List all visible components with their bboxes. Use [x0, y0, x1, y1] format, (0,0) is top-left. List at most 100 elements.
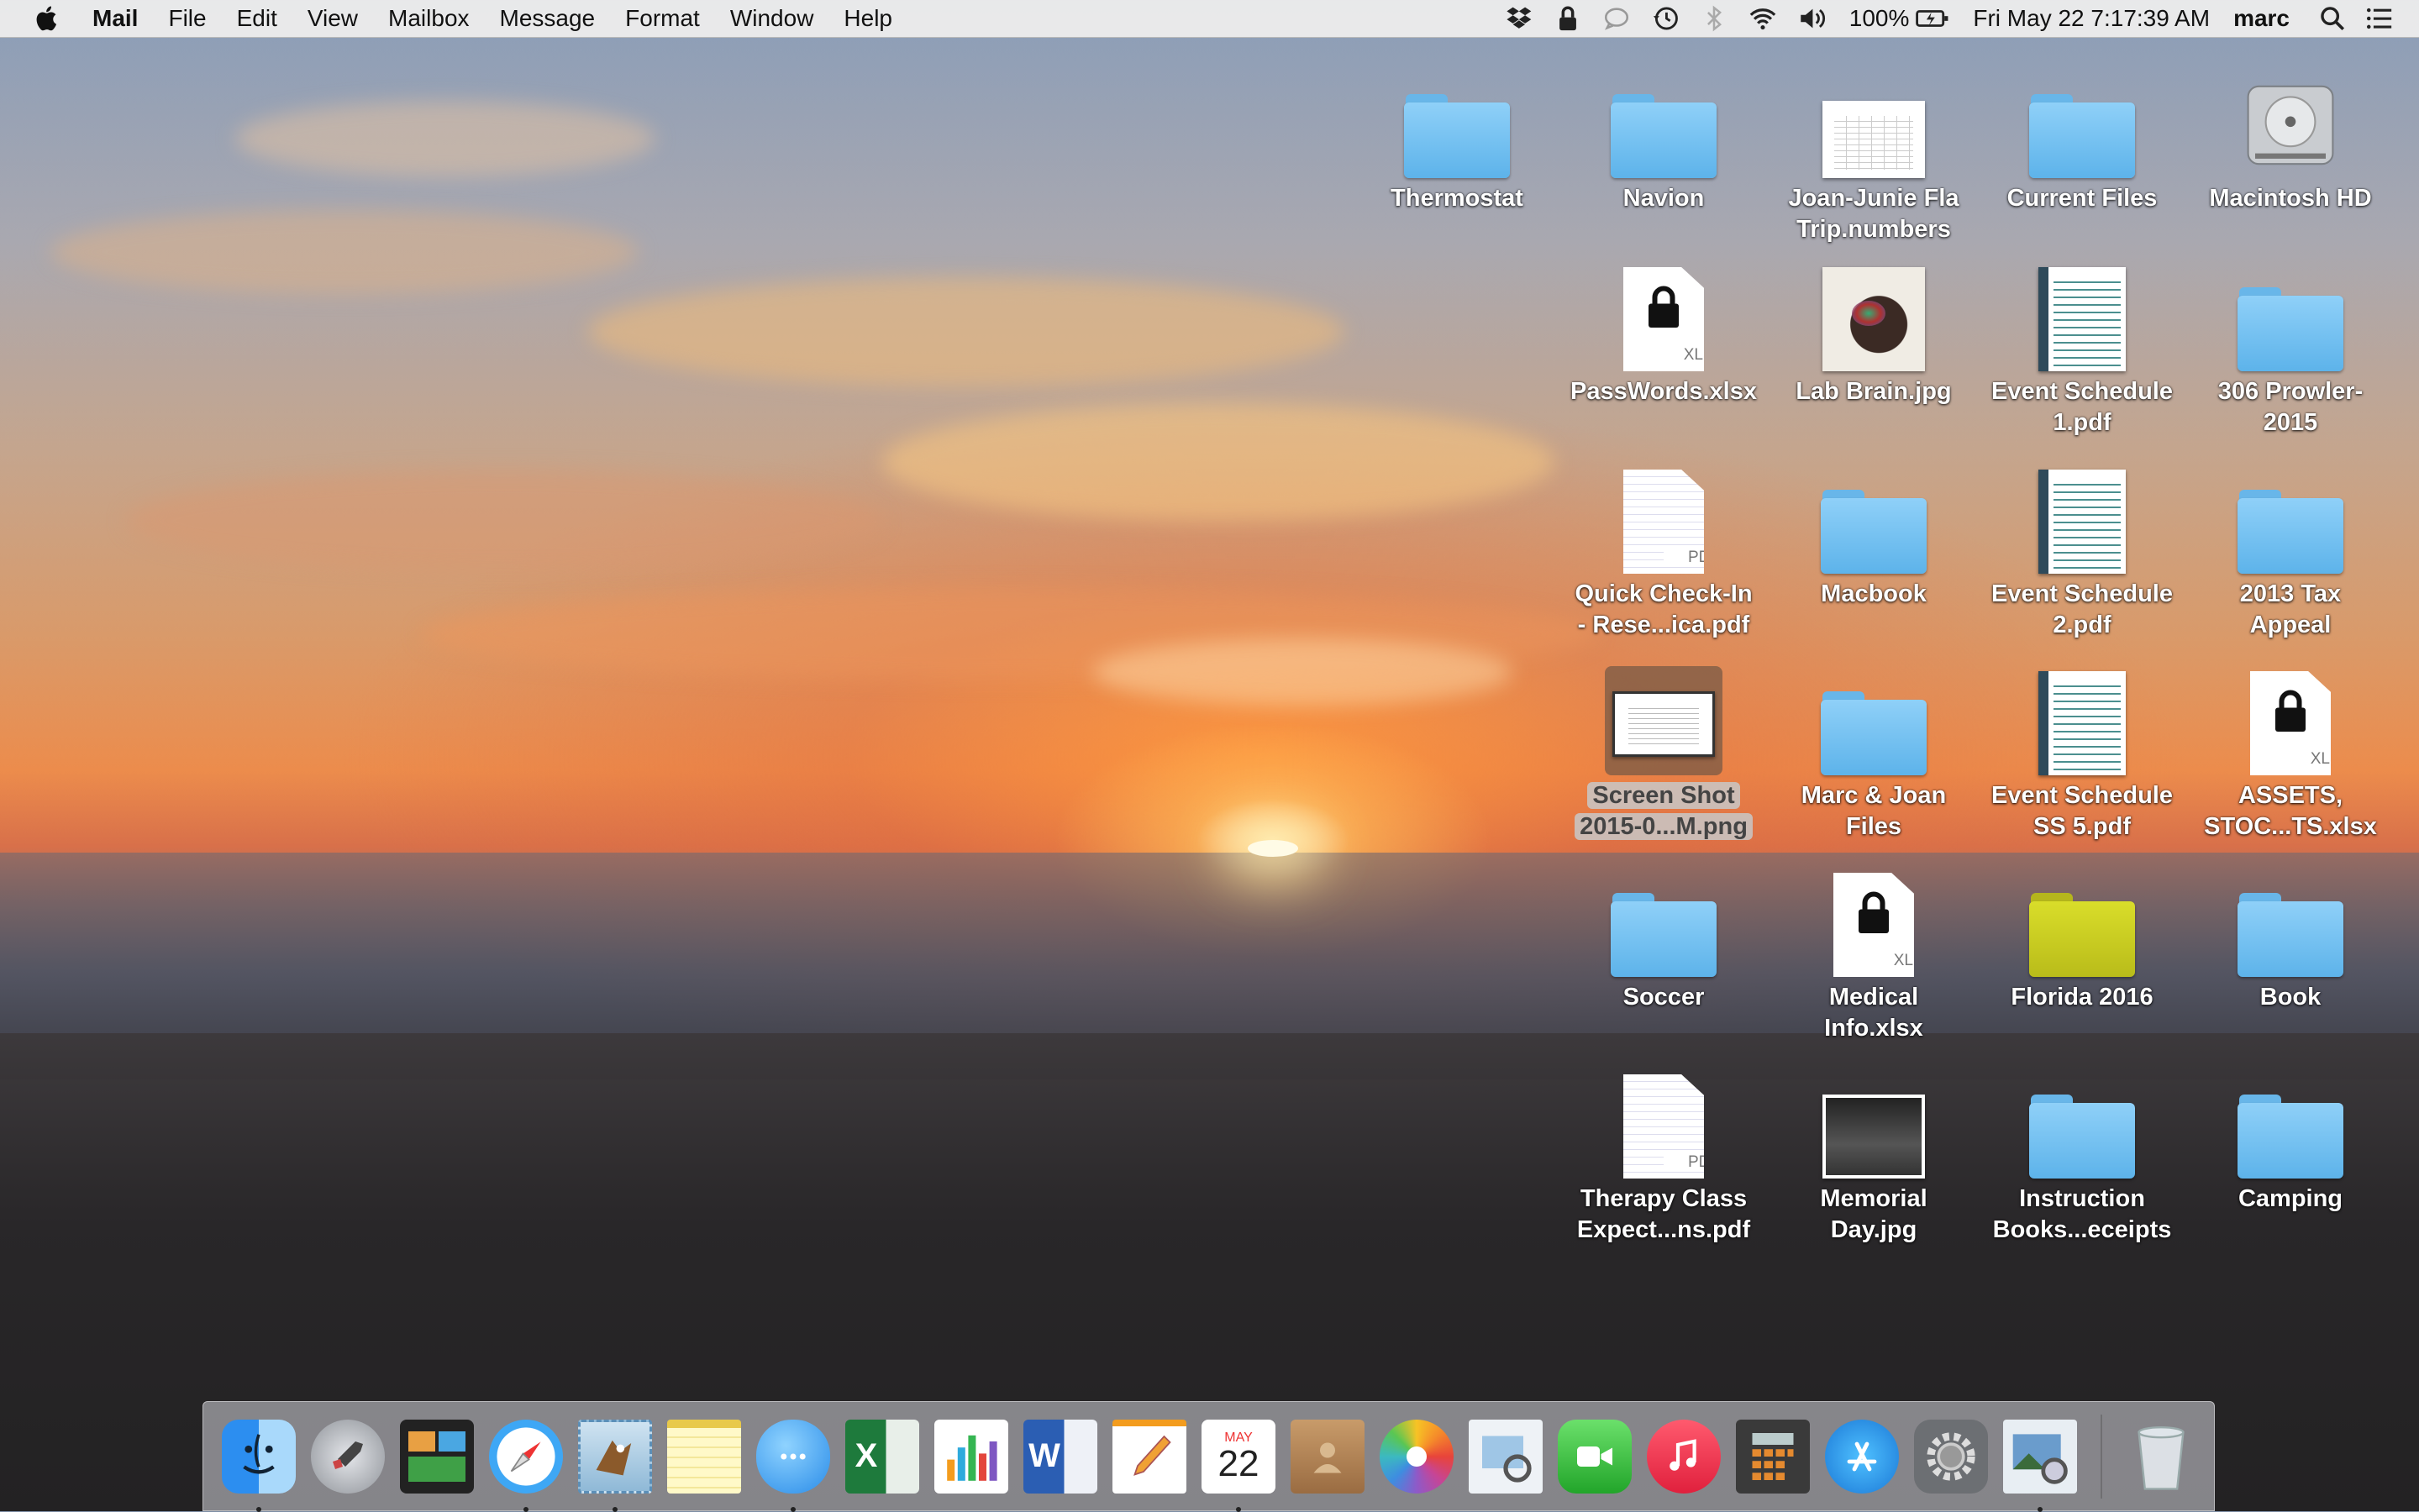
- menu-edit[interactable]: Edit: [237, 0, 277, 37]
- desktop-icon-memorial-day-jpg[interactable]: Memorial Day.jpg: [1773, 1069, 1975, 1263]
- notes-icon[interactable]: [664, 1416, 744, 1497]
- desktop-icon-label: Lab Brain.jpg: [1796, 378, 1952, 405]
- photos-icon[interactable]: [1376, 1416, 1457, 1497]
- menu-app-mail[interactable]: Mail: [92, 0, 138, 37]
- spotlight-search-icon[interactable]: [2318, 4, 2347, 33]
- dropbox-icon[interactable]: [1505, 4, 1533, 33]
- locked-spreadsheet-icon: XLSX: [1815, 868, 1933, 977]
- bluetooth-icon[interactable]: [1700, 4, 1728, 33]
- facetime-icon[interactable]: [1554, 1416, 1635, 1497]
- contacts-icon[interactable]: [1287, 1416, 1368, 1497]
- trash-icon[interactable]: [2121, 1416, 2201, 1497]
- pages-icon[interactable]: [1109, 1416, 1190, 1497]
- desktop-icon-label: 2013 Tax Appeal: [2239, 580, 2342, 638]
- menu-mailbox[interactable]: Mailbox: [388, 0, 469, 37]
- desktop-icon-label: Medical Info.xlsx: [1824, 984, 1923, 1042]
- folder-icon: [1398, 69, 1516, 178]
- desktop-icon-marc-joan-files[interactable]: Marc & Joan Files: [1773, 666, 1975, 859]
- menubar-clock[interactable]: Fri May 22 7:17:39 AM: [1973, 5, 2210, 32]
- desktop-icon-therapy-class-expect-ns-pdf[interactable]: PDF Therapy Class Expect...ns.pdf: [1563, 1069, 1764, 1263]
- sun: [1248, 840, 1298, 857]
- desktop-icon-label: Instruction Books...eceipts: [1992, 1185, 2172, 1243]
- menu-view[interactable]: View: [308, 0, 358, 37]
- menu-file[interactable]: File: [168, 0, 206, 37]
- menu-message[interactable]: Message: [500, 0, 596, 37]
- calendar-day: 22: [1217, 1442, 1259, 1484]
- apple-menu-icon[interactable]: [34, 4, 62, 33]
- file-type-badge: PDF: [1664, 1153, 1704, 1172]
- volume-icon[interactable]: [1797, 4, 1826, 33]
- finder-icon[interactable]: [218, 1416, 299, 1512]
- folder-icon: [2023, 868, 2141, 977]
- battery-percent[interactable]: 100%: [1849, 5, 1910, 32]
- desktop-icon-event-schedule-1-pdf[interactable]: Event Schedule 1.pdf: [1981, 262, 2183, 455]
- pdf-thumbnail-icon: [2023, 666, 2141, 775]
- desktop-icon-event-schedule-2-pdf[interactable]: Event Schedule 2.pdf: [1981, 465, 2183, 658]
- desktop-icon-label: Quick Check-In - Rese...ica.pdf: [1575, 580, 1753, 638]
- desktop-icon-screen-shot-2015-0-m-png[interactable]: Screen Shot 2015-0...M.png: [1563, 666, 1764, 859]
- desktop-icon-medical-info-xlsx[interactable]: XLSX Medical Info.xlsx: [1773, 868, 1975, 1061]
- desktop-icon-instruction-books-eceipts[interactable]: Instruction Books...eceipts: [1981, 1069, 2183, 1263]
- wifi-icon[interactable]: [1749, 4, 1777, 33]
- desktop-icon-label: Event Schedule SS 5.pdf: [1991, 782, 2173, 840]
- desktop-icon-thermostat[interactable]: Thermostat: [1356, 69, 1558, 262]
- image-thumbnail-icon: [1815, 1069, 1933, 1179]
- calendar-icon[interactable]: MAY 22: [1198, 1416, 1279, 1512]
- desktop-icon-label: Event Schedule 1.pdf: [1991, 378, 2173, 436]
- numbers-spreadsheet-icon: [1815, 69, 1933, 178]
- folder-icon: [2232, 868, 2349, 977]
- desktop-icon-label: Florida 2016: [2011, 984, 2153, 1011]
- launchpad-icon[interactable]: [308, 1416, 388, 1497]
- locked-spreadsheet-icon: XLSX: [1605, 262, 1722, 371]
- file-type-badge: XLSX: [1683, 346, 1725, 364]
- messages-status-icon[interactable]: [1602, 4, 1631, 33]
- image-capture-icon[interactable]: [2000, 1416, 2080, 1512]
- pdf-document-icon: PDF: [1605, 465, 1722, 574]
- excel-icon[interactable]: X: [842, 1416, 923, 1497]
- desktop-icon-soccer[interactable]: Soccer: [1563, 868, 1764, 1061]
- system-preferences-icon[interactable]: [1911, 1416, 1991, 1497]
- desktop-icon-florida-2016[interactable]: Florida 2016: [1981, 868, 2183, 1061]
- file-type-badge: PDF: [1664, 549, 1704, 567]
- safari-icon[interactable]: [486, 1416, 566, 1512]
- battery-icon[interactable]: [1916, 4, 1949, 33]
- desktop-icon-quick-check-in-rese-ica-pdf[interactable]: PDF Quick Check-In - Rese...ica.pdf: [1563, 465, 1764, 658]
- desktop-icon-passwords-xlsx[interactable]: XLSX PassWords.xlsx: [1563, 262, 1764, 455]
- word-icon[interactable]: W: [1020, 1416, 1101, 1497]
- mission-control-icon[interactable]: [397, 1416, 477, 1497]
- file-type-badge: XLSX: [2310, 750, 2352, 768]
- user-menu[interactable]: marc: [2233, 5, 2290, 32]
- desktop-icon-lab-brain-jpg[interactable]: Lab Brain.jpg: [1773, 262, 1975, 455]
- screenshot-thumbnail-icon: [1605, 666, 1722, 775]
- desktop-icon-assets-stoc-ts-xlsx[interactable]: XLSX ASSETS, STOC...TS.xlsx: [2190, 666, 2391, 859]
- menu-format[interactable]: Format: [625, 0, 700, 37]
- desktop-icon-2013-tax-appeal[interactable]: 2013 Tax Appeal: [2190, 465, 2391, 658]
- notification-center-icon[interactable]: [2365, 4, 2394, 33]
- desktop-icon-macbook[interactable]: Macbook: [1773, 465, 1975, 658]
- preview-icon[interactable]: [1465, 1416, 1546, 1497]
- desktop-icon-306-prowler-2015[interactable]: 306 Prowler- 2015: [2190, 262, 2391, 455]
- desktop-icon-macintosh-hd[interactable]: Macintosh HD: [2190, 69, 2391, 262]
- desktop-icon-label: Camping: [2238, 1185, 2343, 1212]
- desktop-icon-current-files[interactable]: Current Files: [1981, 69, 2183, 262]
- desktop-icon-joan-junie-fla-trip-numbers[interactable]: Joan-Junie Fla Trip.numbers: [1773, 69, 1975, 262]
- menu-help[interactable]: Help: [844, 0, 892, 37]
- folder-icon: [2232, 465, 2349, 574]
- desktop-icon-navion[interactable]: Navion: [1563, 69, 1764, 262]
- lock-icon[interactable]: [1554, 4, 1582, 33]
- itunes-icon[interactable]: [1643, 1416, 1724, 1497]
- app-store-icon[interactable]: [1822, 1416, 1902, 1497]
- mail-icon[interactable]: [575, 1416, 655, 1512]
- numbers-icon[interactable]: [931, 1416, 1012, 1497]
- desktop-icon-label: 306 Prowler- 2015: [2217, 378, 2364, 436]
- desktop-icon-book[interactable]: Book: [2190, 868, 2391, 1061]
- desktop-icon-camping[interactable]: Camping: [2190, 1069, 2391, 1263]
- time-machine-icon[interactable]: [1651, 4, 1680, 33]
- menu-window[interactable]: Window: [730, 0, 814, 37]
- pdf-thumbnail-icon: [2023, 262, 2141, 371]
- desktop-icon-label: Navion: [1622, 185, 1705, 212]
- desktop-icon-label: Thermostat: [1391, 185, 1523, 212]
- calculator-icon[interactable]: [1733, 1416, 1813, 1497]
- desktop-icon-event-schedule-ss-5-pdf[interactable]: Event Schedule SS 5.pdf: [1981, 666, 2183, 859]
- messages-icon[interactable]: [753, 1416, 834, 1512]
